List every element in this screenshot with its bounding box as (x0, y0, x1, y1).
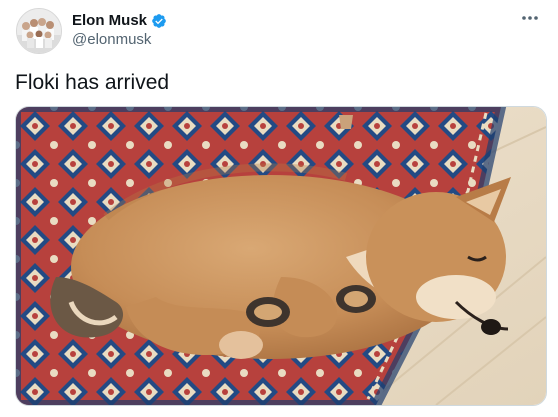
avatar[interactable] (16, 8, 62, 54)
more-options-button[interactable] (518, 8, 542, 28)
author-name-row[interactable]: Elon Musk (72, 12, 167, 30)
avatar-image (17, 9, 61, 53)
verified-badge-icon (151, 13, 167, 29)
photo-sleeping-puppy-on-rug (16, 107, 546, 405)
tweet-card: Elon Musk @elonmusk Floki has arrived (0, 0, 558, 417)
author-handle[interactable]: @elonmusk (72, 31, 151, 49)
tweet-text: Floki has arrived (15, 71, 170, 94)
author-display-name[interactable]: Elon Musk (72, 12, 147, 30)
more-horizontal-icon (522, 16, 538, 20)
tweet-photo[interactable] (15, 106, 547, 406)
